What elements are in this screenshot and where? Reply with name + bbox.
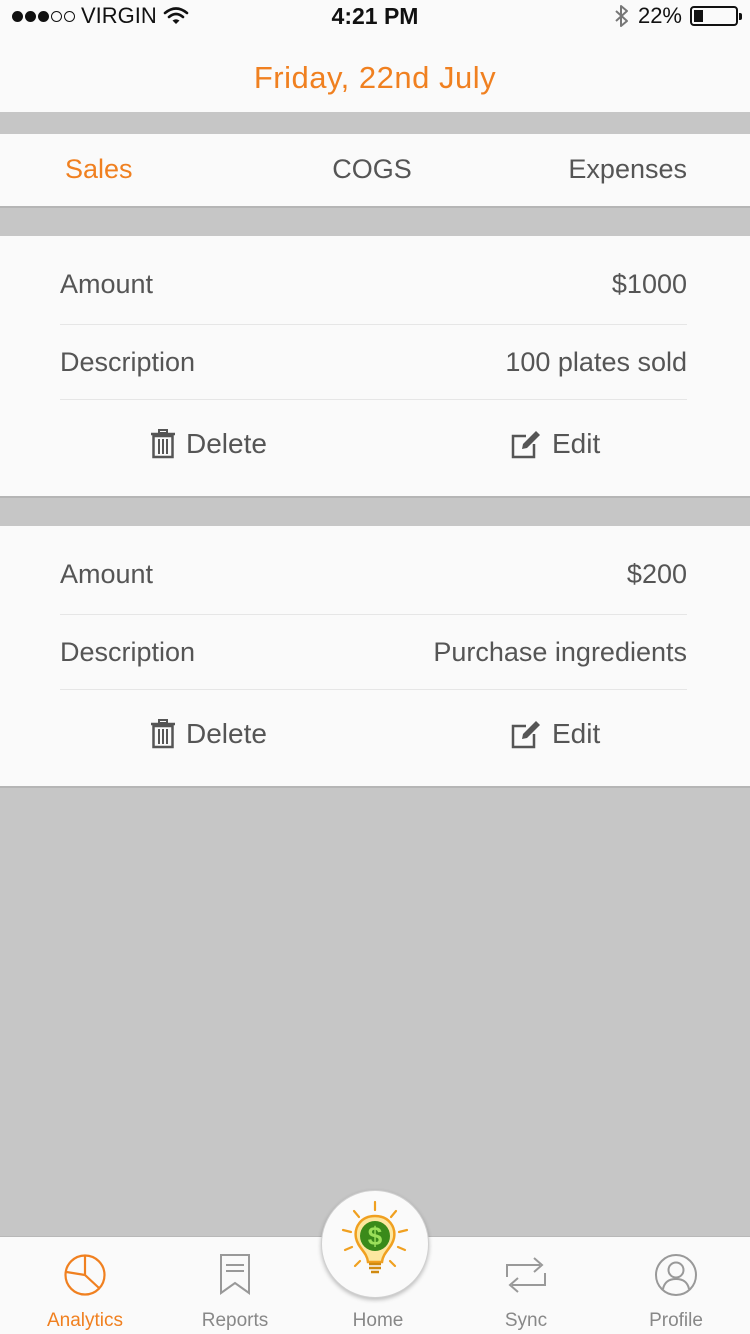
sync-arrows-icon (506, 1257, 546, 1293)
tabbar-label: Sync (504, 1310, 548, 1331)
tabbar-label: Reports (201, 1310, 269, 1331)
delete-button[interactable]: Delete (150, 718, 267, 750)
battery-percent: 22% (637, 3, 682, 28)
edit-label: Edit (552, 428, 601, 459)
tabbar-label: Analytics (46, 1310, 124, 1331)
header: VIRGIN 4:21 PM 22% Friday, 22nd July (0, 0, 750, 112)
tabbar-item-analytics[interactable]: Analytics (10, 1237, 160, 1334)
tabbar-item-profile[interactable]: Profile (601, 1237, 750, 1334)
trash-icon (151, 719, 175, 749)
amount-label: Amount (60, 559, 154, 589)
tabbar-label: Home (352, 1310, 404, 1331)
description-row: Description 100 plates sold (60, 325, 687, 400)
edit-icon (511, 431, 540, 459)
tabbar-item-reports[interactable]: Reports (160, 1237, 310, 1334)
lightbulb-dollar-icon: $ (341, 1200, 409, 1274)
delete-button[interactable]: Delete (150, 428, 267, 460)
entry-card: Amount $200 Description Purchase ingredi… (0, 526, 750, 788)
page-title[interactable]: Friday, 22nd July (0, 60, 750, 96)
edit-icon (511, 721, 540, 749)
user-icon (655, 1254, 697, 1296)
description-value: Purchase ingredients (433, 637, 687, 667)
home-button[interactable]: $ (321, 1190, 429, 1298)
category-tabs: Sales COGS Expenses (0, 134, 750, 208)
description-value: 100 plates sold (505, 347, 687, 377)
delete-label: Delete (186, 428, 267, 459)
edit-button[interactable]: Edit (510, 718, 600, 750)
amount-value: $200 (626, 559, 687, 589)
amount-label: Amount (60, 269, 154, 299)
trash-icon (151, 429, 175, 459)
description-label: Description (60, 347, 196, 377)
entry-card: Amount $1000 Description 100 plates sold… (0, 236, 750, 498)
edit-label: Edit (552, 718, 601, 749)
svg-text:$: $ (368, 1221, 383, 1251)
tabbar-item-sync[interactable]: Sync (451, 1237, 601, 1334)
battery-icon (690, 6, 742, 26)
bookmark-icon (220, 1254, 250, 1295)
tab-expenses[interactable]: Expenses (568, 154, 687, 185)
status-bar: VIRGIN 4:21 PM 22% (0, 0, 750, 32)
bluetooth-icon (615, 5, 628, 27)
description-row: Description Purchase ingredients (60, 615, 687, 690)
amount-value: $1000 (611, 269, 687, 299)
description-label: Description (60, 637, 196, 667)
edit-button[interactable]: Edit (510, 428, 600, 460)
tabbar-label: Profile (649, 1310, 703, 1331)
amount-row: Amount $200 (60, 534, 687, 615)
pie-chart-icon (64, 1254, 106, 1296)
delete-label: Delete (186, 718, 267, 749)
amount-row: Amount $1000 (60, 244, 687, 325)
